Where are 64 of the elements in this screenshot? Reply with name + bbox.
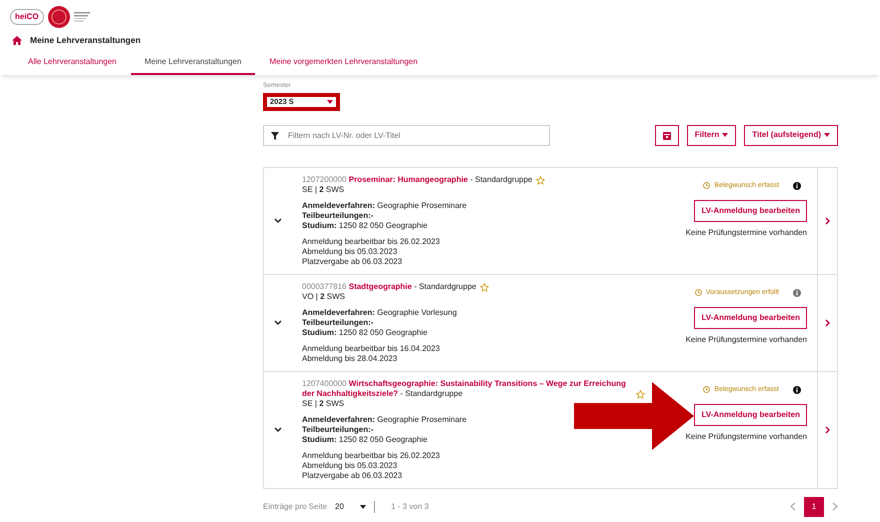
course-heading[interactable]: 0000377816 Stadtgeographie - Standardgruppe bbox=[302, 282, 476, 292]
university-wordmark-drawing bbox=[74, 11, 92, 23]
chevron-down-icon[interactable] bbox=[274, 218, 282, 223]
caret-icon bbox=[824, 133, 830, 137]
chevron-right-icon[interactable] bbox=[825, 426, 830, 434]
course-heading[interactable]: 1207400000 Wirtschaftsgeographie: Sustainability Transitions – Wege zur Erreichung der Nachhaltigkeitsziele? - Standardgruppe bbox=[302, 378, 632, 398]
course-type: SE | 2 SWS bbox=[302, 184, 346, 194]
assessments-text: Teilbeurteilungen:- bbox=[302, 318, 374, 328]
range-text: 1 - 3 von 3 bbox=[390, 500, 429, 512]
date-text: Abmeldung bis 28.04.2023 bbox=[302, 354, 398, 364]
seal-icon bbox=[48, 6, 70, 28]
chevron-down-icon[interactable] bbox=[274, 427, 282, 432]
filter-field[interactable]: Filtern nach LV-Nr. oder LV-Titel bbox=[263, 124, 550, 146]
study-text: Studium: 1250 82 050 Geographie bbox=[302, 434, 428, 444]
clock-icon bbox=[703, 182, 710, 190]
info-icon[interactable] bbox=[793, 182, 801, 190]
page-button[interactable]: 1 bbox=[804, 496, 824, 516]
star-icon[interactable] bbox=[536, 176, 546, 184]
filter-button[interactable]: Filtern bbox=[686, 124, 736, 146]
procedure-text: Anmeldeverfahren: Geographie Proseminare bbox=[302, 200, 468, 210]
exams-text: Keine Prüfungstermine vorhanden bbox=[686, 227, 807, 239]
chevron-right-icon[interactable] bbox=[825, 318, 830, 326]
tab[interactable]: Meine Lehrveranstaltungen bbox=[130, 52, 256, 75]
home-icon[interactable] bbox=[12, 36, 22, 45]
tab[interactable]: Alle Lehrveranstaltungen bbox=[14, 52, 131, 75]
date-text: Abmeldung bis 05.03.2023 bbox=[302, 460, 398, 470]
procedure-text: Anmeldeverfahren: Geographie Proseminare bbox=[302, 414, 468, 424]
clock-icon bbox=[703, 386, 710, 394]
info-icon[interactable] bbox=[793, 386, 801, 394]
chevron-right-icon[interactable] bbox=[825, 216, 830, 224]
exams-text: Keine Prüfungstermine vorhanden bbox=[686, 334, 807, 346]
per-page-select[interactable]: 20 bbox=[335, 500, 375, 512]
date-text: Anmeldung bearbeitbar bis 16.04.2023 bbox=[302, 344, 441, 354]
date-text: Anmeldung bearbeitbar bis 26.02.2023 bbox=[302, 236, 441, 246]
assessments-text: Teilbeurteilungen:- bbox=[302, 210, 374, 220]
study-text: Studium: 1250 82 050 Geographie bbox=[302, 328, 428, 338]
date-text: Abmeldung bis 05.03.2023 bbox=[302, 246, 398, 256]
date-text: Anmeldung bearbeitbar bis 26.02.2023 bbox=[302, 450, 441, 460]
register-button[interactable]: LV-Anmeldung bearbeiten bbox=[694, 307, 807, 329]
date-text: Platzvergabe ab 06.03.2023 bbox=[302, 256, 404, 266]
caret-icon bbox=[360, 504, 366, 508]
exams-text: Keine Prüfungstermine vorhanden bbox=[686, 431, 807, 443]
assessments-text: Teilbeurteilungen:- bbox=[302, 424, 374, 434]
register-button[interactable]: LV-Anmeldung bearbeiten bbox=[694, 200, 807, 222]
calendar-icon bbox=[662, 130, 671, 140]
page-title: Meine Lehrveranstaltungen bbox=[30, 34, 141, 47]
course-heading[interactable]: 1207200000 Proseminar: Humangeographie - Standardgruppe bbox=[302, 174, 532, 184]
calendar-button[interactable] bbox=[654, 124, 679, 146]
sort-button[interactable]: Titel (aufsteigend) bbox=[744, 124, 838, 146]
caret-icon bbox=[722, 133, 728, 137]
course-type: SE | 2 SWS bbox=[302, 398, 346, 408]
star-icon[interactable] bbox=[480, 282, 490, 292]
tab[interactable]: Meine vorgemerkten Lehrveranstaltungen bbox=[255, 52, 432, 75]
course-type: VO | 2 SWS bbox=[302, 292, 346, 302]
per-page-label: Einträge pro Seite bbox=[263, 500, 328, 512]
register-button[interactable]: LV-Anmeldung bearbeiten bbox=[694, 404, 807, 426]
procedure-text: Anmeldeverfahren: Geographie Vorlesung bbox=[302, 308, 458, 318]
clock-icon bbox=[694, 289, 702, 296]
star-icon[interactable] bbox=[636, 390, 645, 398]
chevron-down-icon[interactable] bbox=[274, 320, 282, 325]
caret-icon bbox=[327, 100, 333, 104]
logo-text: heiCO bbox=[10, 9, 44, 25]
date-text: Platzvergabe ab 06.03.2023 bbox=[302, 470, 404, 480]
study-text: Studium: 1250 82 050 Geographie bbox=[302, 220, 428, 230]
